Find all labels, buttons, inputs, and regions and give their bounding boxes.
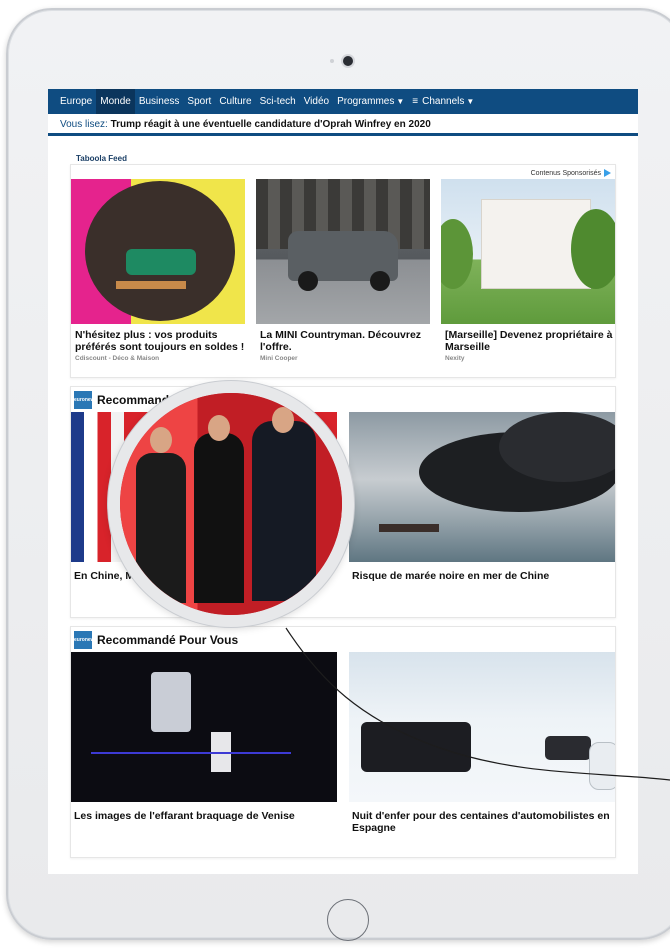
article-image bbox=[349, 652, 615, 802]
nav-item-culture[interactable]: Culture bbox=[215, 89, 255, 114]
taboola-logo: Taboola Feed bbox=[76, 154, 127, 163]
sponsored-title: N'hésitez plus : vos produits préférés s… bbox=[75, 329, 245, 353]
recommended-item[interactable]: Les images de l'effarant braquage de Ven… bbox=[71, 652, 337, 822]
sponsored-image bbox=[71, 179, 245, 324]
programmes-label: Programmes bbox=[337, 96, 395, 107]
sponsored-image bbox=[441, 179, 615, 324]
camera-icon bbox=[343, 56, 353, 66]
sponsored-image bbox=[256, 179, 430, 324]
sponsored-title: [Marseille] Devenez propriétaire à Marse… bbox=[445, 329, 613, 353]
nav-item-sport[interactable]: Sport bbox=[183, 89, 215, 114]
nav-item-europe[interactable]: Europe bbox=[56, 89, 96, 114]
sponsored-title: La MINI Countryman. Découvrez l'offre. bbox=[260, 329, 422, 353]
hamburger-icon: ≡ bbox=[412, 96, 419, 107]
sponsored-item[interactable]: La MINI Countryman. Découvrez l'offre. M… bbox=[256, 179, 430, 362]
sponsored-item[interactable]: [Marseille] Devenez propriétaire à Marse… bbox=[441, 179, 615, 362]
sponsor-label[interactable]: Contenus Sponsorisés bbox=[531, 169, 611, 177]
article-title: Les images de l'effarant braquage de Ven… bbox=[74, 810, 295, 822]
recommended-card: euronews. Recommandé Pour Vous Les image… bbox=[70, 626, 616, 858]
sensor bbox=[330, 59, 334, 63]
article-title: Risque de marée noire en mer de Chine bbox=[352, 570, 550, 582]
euronews-logo-icon: euronews. bbox=[74, 631, 99, 649]
reading-bar: Vous lisez: Trump réagit à une éventuell… bbox=[48, 114, 638, 136]
recommended-heading: euronews. Recommandé Pour Vous bbox=[74, 631, 238, 649]
reading-headline[interactable]: Trump réagit à une éventuelle candidatur… bbox=[111, 119, 431, 130]
recommended-item[interactable]: Risque de marée noire en mer de Chine bbox=[349, 412, 615, 582]
nav-item-video[interactable]: Vidéo bbox=[300, 89, 333, 114]
recommended-item[interactable]: Nuit d'enfer pour des centaines d'automo… bbox=[349, 652, 615, 834]
nav-item-scitech[interactable]: Sci-tech bbox=[256, 89, 300, 114]
caret-down-icon: ▼ bbox=[396, 97, 405, 106]
sponsor-label-text: Contenus Sponsorisés bbox=[530, 169, 601, 177]
recommended-heading-text: Recommandé Pour Vous bbox=[97, 633, 239, 647]
home-button[interactable] bbox=[327, 899, 369, 941]
magnifier-overlay bbox=[108, 381, 354, 627]
sponsored-source: Cdiscount - Déco & Maison bbox=[75, 355, 160, 362]
channels-label: Channels bbox=[422, 96, 465, 107]
nav-item-business[interactable]: Business bbox=[135, 89, 184, 114]
reading-prefix: Vous lisez: bbox=[60, 119, 108, 130]
adchoices-icon bbox=[604, 169, 611, 177]
article-image bbox=[71, 652, 337, 802]
nav-item-monde[interactable]: Monde bbox=[96, 89, 135, 114]
article-image bbox=[349, 412, 615, 562]
nav-item-channels[interactable]: ≡ Channels ▼ bbox=[408, 89, 478, 114]
sponsored-source: Nexity bbox=[445, 355, 465, 362]
euronews-logo-icon: euronews. bbox=[74, 391, 99, 409]
sponsored-card: Contenus Sponsorisés N'hésitez plus : vo… bbox=[70, 164, 616, 378]
article-title: Nuit d'enfer pour des centaines d'automo… bbox=[352, 810, 610, 834]
sponsored-source: Mini Cooper bbox=[260, 355, 298, 362]
nav-item-programmes[interactable]: Programmes ▼ bbox=[333, 89, 408, 114]
caret-down-icon: ▼ bbox=[466, 97, 475, 106]
sponsored-item[interactable]: N'hésitez plus : vos produits préférés s… bbox=[71, 179, 245, 362]
top-nav: Europe Monde Business Sport Culture Sci-… bbox=[48, 89, 638, 114]
